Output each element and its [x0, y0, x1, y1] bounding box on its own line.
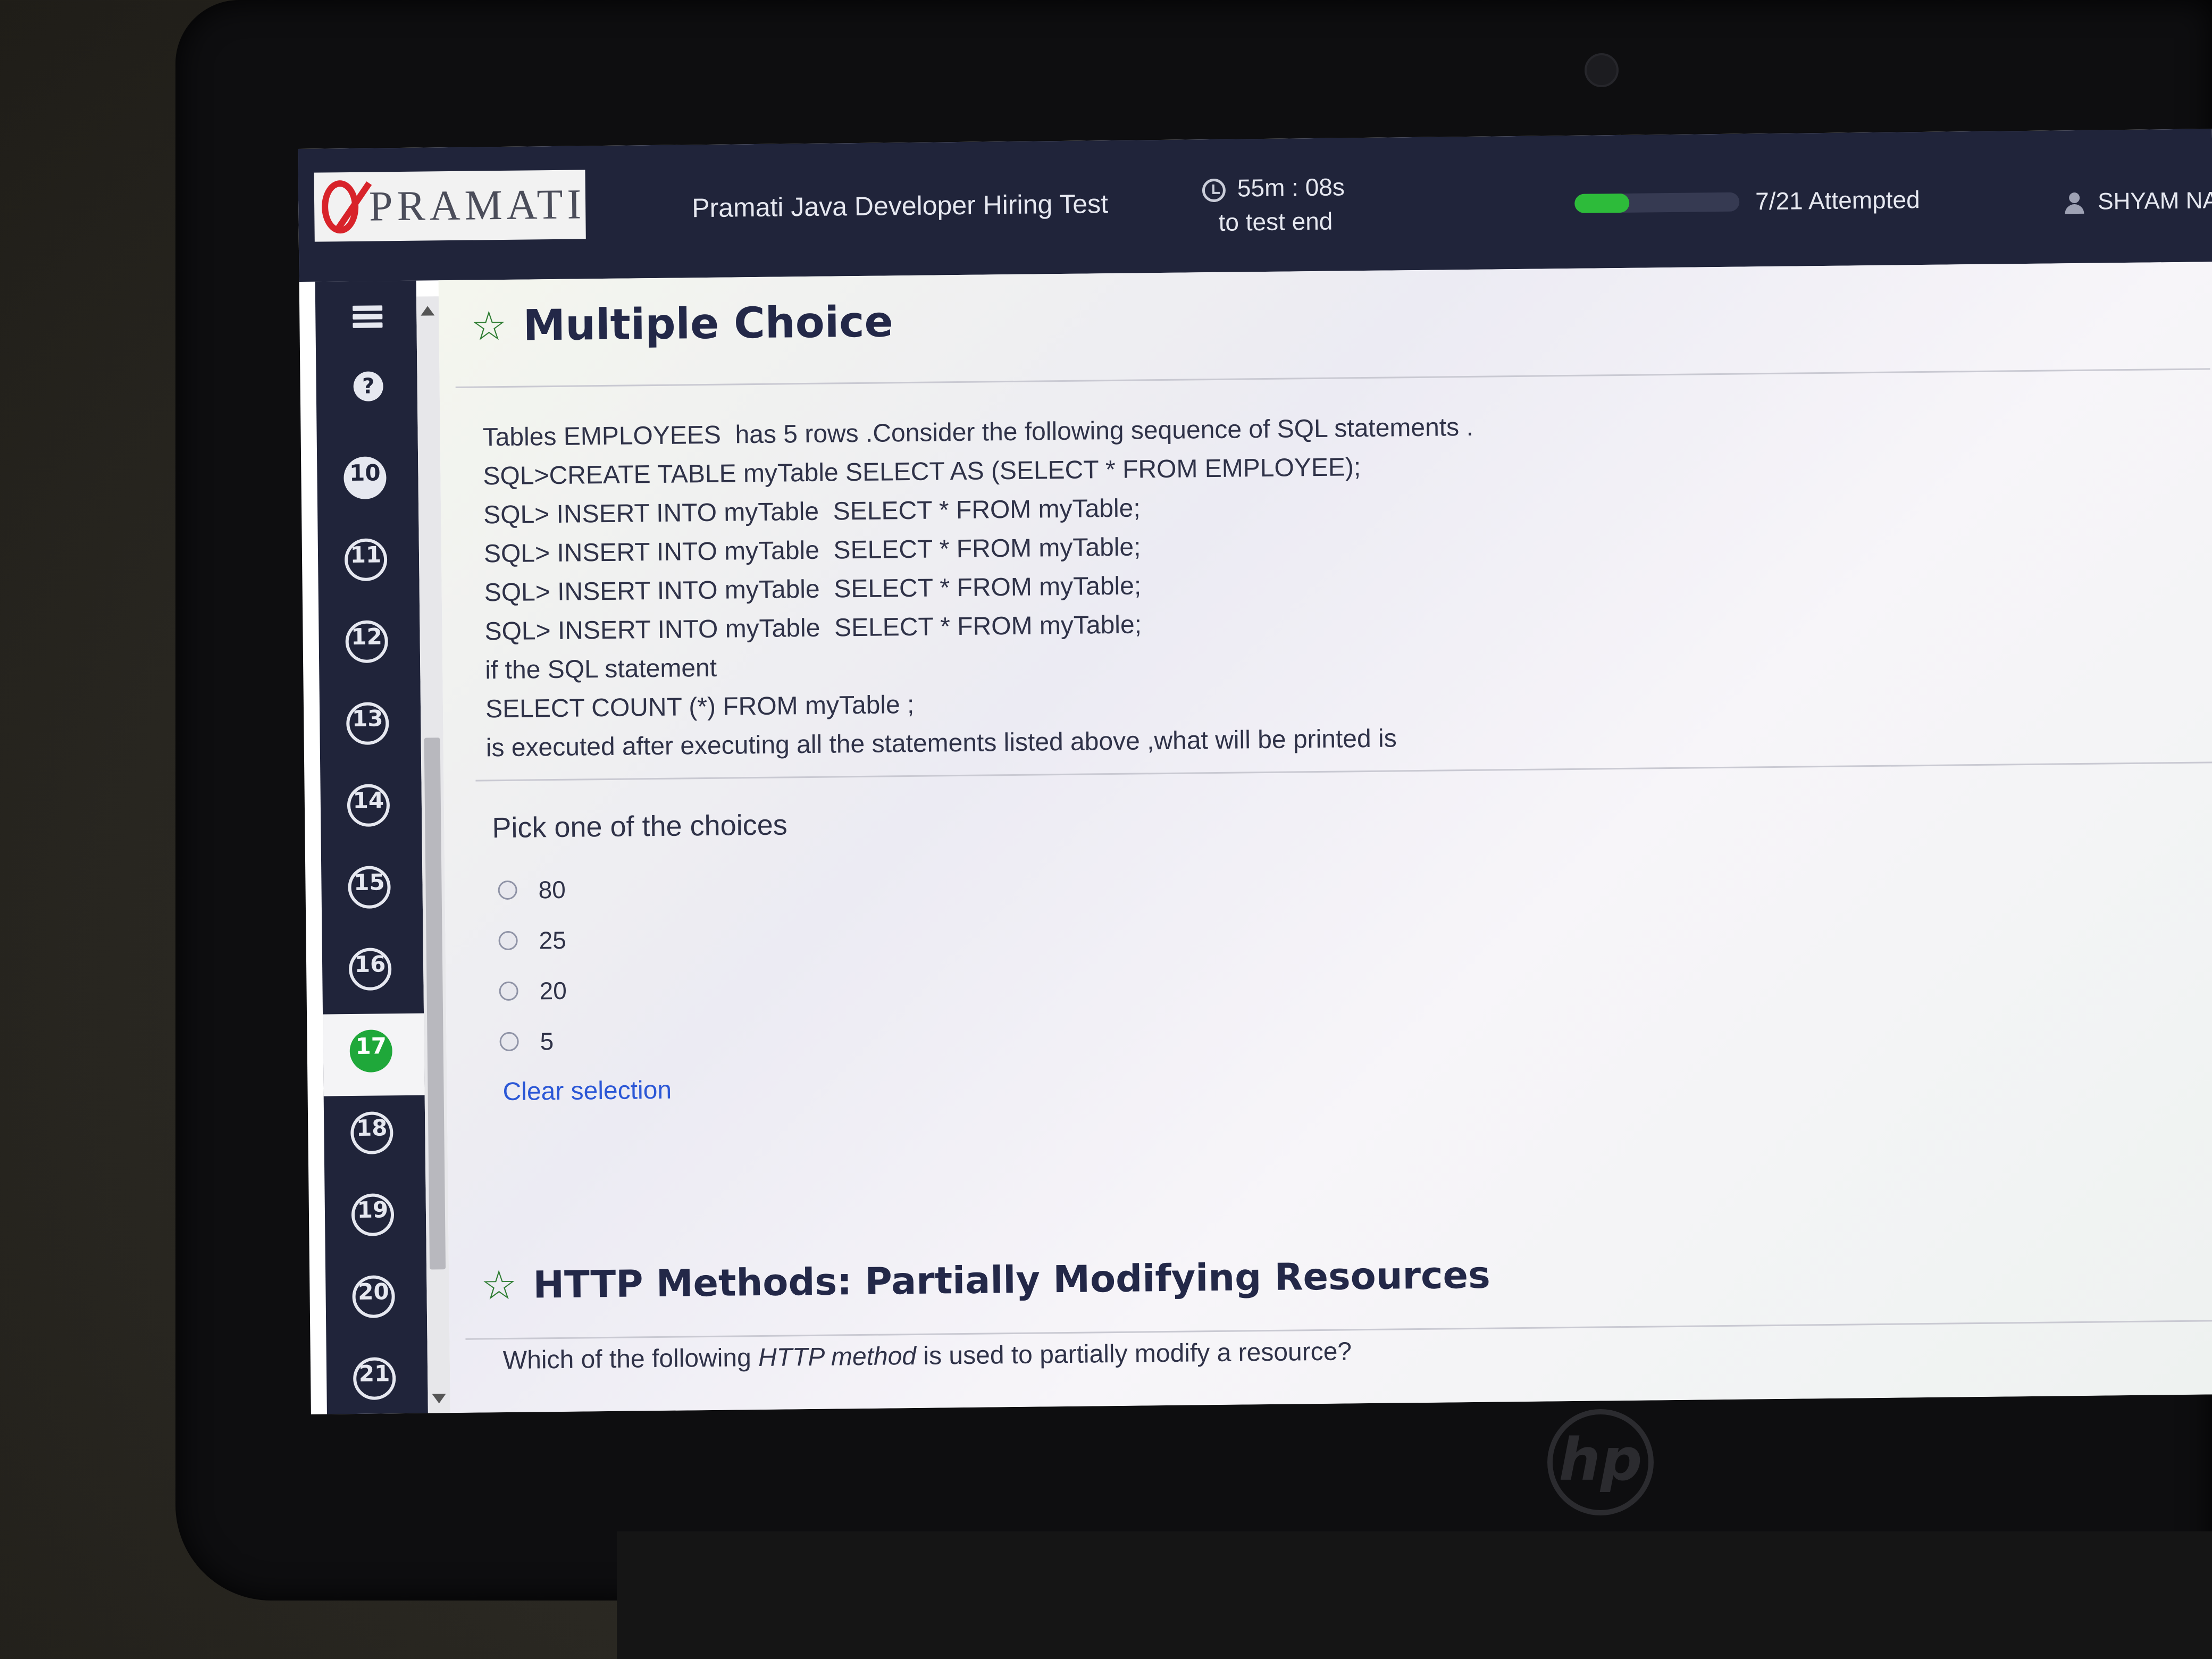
- logo-mark-icon: [321, 180, 359, 234]
- question2-text-end: is used to partially modify a resource?: [916, 1337, 1352, 1370]
- question-nav-item[interactable]: 18: [324, 1095, 426, 1178]
- question-nav-item[interactable]: 14: [320, 768, 422, 851]
- question-nav-item[interactable]: 21: [326, 1341, 428, 1414]
- webcam: [1585, 53, 1619, 87]
- pramati-logo: PRAMATI: [314, 170, 586, 242]
- question2-text: Which of the following HTTP method is us…: [503, 1337, 1352, 1375]
- question2-text-start: Which of the following: [502, 1344, 759, 1375]
- radio-button[interactable]: [499, 981, 518, 1001]
- question-nav-item[interactable]: 15: [321, 850, 423, 933]
- star-icon[interactable]: ☆: [481, 1261, 517, 1309]
- question-number: 17: [349, 1029, 393, 1073]
- question-nav-item[interactable]: 16: [322, 932, 424, 1015]
- question-number: 14: [347, 784, 390, 827]
- question-nav-item[interactable]: 10: [317, 440, 419, 523]
- choice-label: 5: [540, 1027, 554, 1055]
- header-divider: [455, 368, 2210, 388]
- hp-logo: hp: [1547, 1409, 1654, 1515]
- question2-header: ☆ HTTP Methods: Partially Modifying Reso…: [481, 1253, 1491, 1309]
- attempt-progress-bar: [1574, 192, 1740, 213]
- choice-option[interactable]: 5: [499, 1016, 567, 1067]
- attempted-count: 7/21 Attempted: [1755, 186, 1920, 215]
- question-header: ☆ Multiple Choice: [471, 297, 893, 350]
- user-icon: [2064, 192, 2085, 214]
- timer-value: 55m : 08s: [1237, 173, 1345, 202]
- question-nav-item[interactable]: 20: [325, 1259, 428, 1342]
- test-title: Pramati Java Developer Hiring Test: [691, 189, 1109, 223]
- star-icon[interactable]: ☆: [471, 301, 507, 349]
- choice-label: 80: [538, 875, 566, 903]
- scroll-down-arrow-icon[interactable]: [432, 1394, 446, 1404]
- choice-option[interactable]: 80: [498, 864, 566, 915]
- question-content: ☆ Multiple Choice Tables EMPLOYEES has 5…: [438, 262, 2212, 1413]
- help-icon[interactable]: ?: [353, 371, 383, 401]
- choice-option[interactable]: 25: [498, 915, 566, 966]
- question2-text-emphasis: HTTP method: [758, 1342, 917, 1372]
- question-number: 15: [348, 866, 391, 909]
- choice-list: 80 25 20 5: [498, 864, 567, 1067]
- question-type-title: Multiple Choice: [523, 297, 894, 350]
- scroll-thumb[interactable]: [424, 738, 446, 1270]
- radio-button[interactable]: [498, 880, 517, 900]
- top-bar: PRAMATI Pramati Java Developer Hiring Te…: [298, 129, 2212, 282]
- question-number: 20: [352, 1275, 396, 1319]
- clear-selection-link[interactable]: Clear selection: [502, 1076, 672, 1107]
- timer-label: to test end: [1218, 207, 1333, 236]
- scroll-up-arrow-icon[interactable]: [421, 306, 435, 316]
- radio-button[interactable]: [498, 931, 518, 950]
- question-list: 10 11 12 13 14 15 16 17 18 19 20 21: [317, 440, 428, 1414]
- pick-label: Pick one of the choices: [492, 809, 788, 844]
- question-number: 21: [353, 1357, 396, 1401]
- screen: PRAMATI Pramati Java Developer Hiring Te…: [298, 129, 2212, 1414]
- question-number: 18: [350, 1111, 393, 1155]
- question-number: 12: [345, 620, 389, 664]
- user-menu[interactable]: SHYAM NAYA: [2064, 187, 2212, 216]
- question-number: 16: [348, 948, 392, 991]
- question-number: 11: [344, 538, 388, 582]
- progress-fill: [1574, 193, 1630, 213]
- choice-option[interactable]: 20: [499, 965, 567, 1016]
- user-name: SHYAM NAYA: [2097, 187, 2212, 215]
- question-number: 10: [343, 456, 387, 500]
- question-nav-item[interactable]: 11: [317, 522, 420, 605]
- list-icon[interactable]: [353, 302, 383, 332]
- timer: 55m : 08s to test end: [1202, 170, 1345, 239]
- choice-label: 20: [539, 976, 567, 1004]
- question-nav-item[interactable]: 12: [319, 604, 421, 687]
- clock-icon: [1202, 178, 1226, 203]
- question-number: 13: [346, 702, 389, 745]
- laptop-base: [617, 1531, 2212, 1659]
- question-nav-item[interactable]: 17: [323, 1013, 425, 1096]
- question-text: Tables EMPLOYEES has 5 rows .Consider th…: [482, 408, 1477, 767]
- radio-button[interactable]: [499, 1032, 519, 1051]
- question-nav-item[interactable]: 13: [320, 686, 422, 769]
- question2-title: HTTP Methods: Partially Modifying Resour…: [533, 1253, 1491, 1307]
- choice-label: 25: [539, 926, 567, 954]
- question-sidebar: ? 10 11 12 13 14 15 16 17 18 19 20 21: [315, 280, 428, 1414]
- question-number: 19: [351, 1193, 395, 1237]
- logo-text: PRAMATI: [368, 180, 586, 230]
- question-nav-item[interactable]: 19: [324, 1177, 426, 1260]
